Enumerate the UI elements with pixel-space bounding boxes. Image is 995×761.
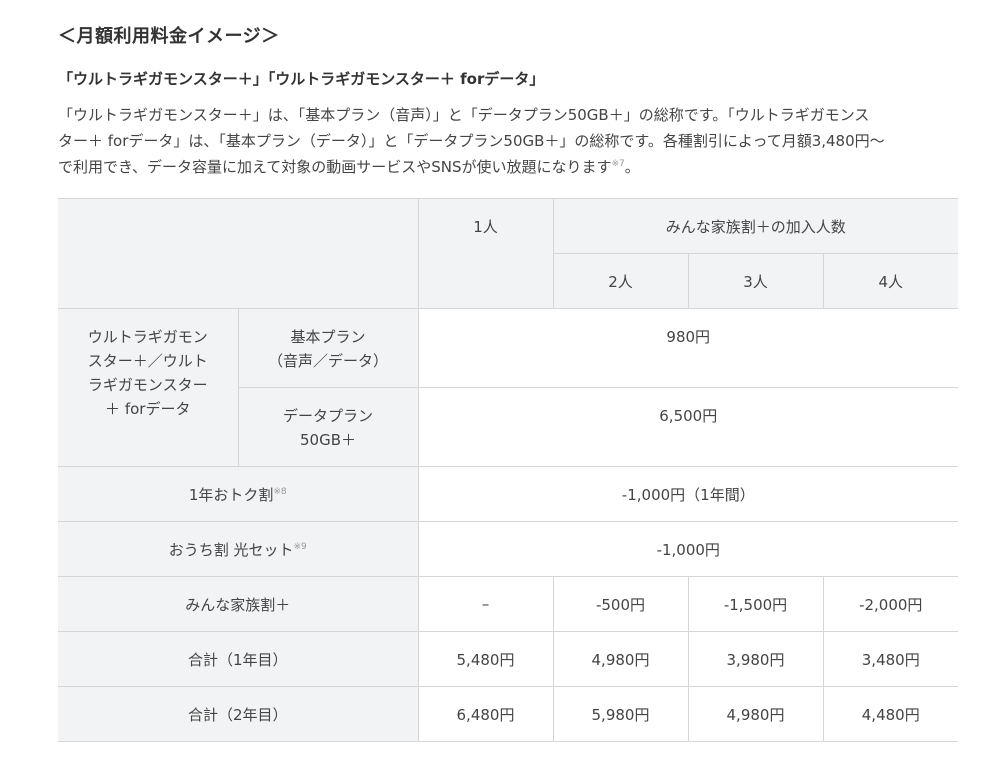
- data-plan-line-2: 50GB＋: [299, 431, 356, 449]
- family-discount-two: -500円: [552, 576, 689, 632]
- header-empty-cell: [58, 198, 419, 309]
- intro-paragraph: 「ウルトラギガモンスター＋」は、「基本プラン（音声）」と「データプラン50GB＋…: [58, 102, 958, 180]
- table-row-total-year1: 合計（1年目） 5,480円 4,980円 3,980円 3,480円: [58, 631, 958, 687]
- plan-group-line-4: ＋ forデータ: [105, 400, 191, 418]
- home-discount-text: おうち割 光セット: [168, 540, 294, 559]
- data-plan-label: データプラン 50GB＋: [238, 387, 419, 467]
- total-year2-one: 6,480円: [417, 686, 554, 742]
- header-one-person: 1人: [417, 198, 554, 309]
- plan-subheading: 「ウルトラギガモンスター＋」「ウルトラギガモンスター＋ forデータ」: [58, 70, 545, 88]
- table-row-family-discount: みんな家族割＋ – -500円 -1,500円 -2,000円: [58, 576, 958, 632]
- family-discount-three: -1,500円: [687, 576, 824, 632]
- footnote-marker-9: ※9: [293, 541, 307, 552]
- plan-group-line-1: ウルトラギガモン: [87, 328, 208, 346]
- year-discount-label: 1年おトク割※8: [58, 466, 419, 522]
- data-plan-line-1: データプラン: [282, 407, 373, 425]
- basic-plan-price: 980円: [417, 308, 958, 388]
- data-plan-price: 6,500円: [417, 387, 958, 467]
- header-two-people: 2人: [553, 253, 689, 309]
- home-discount-label: おうち割 光セット※9: [58, 521, 419, 577]
- family-discount-label: みんな家族割＋: [58, 576, 419, 632]
- total-year2-label: 合計（2年目）: [58, 686, 419, 742]
- family-discount-one: –: [417, 576, 554, 632]
- basic-plan-label: 基本プラン （音声／データ）: [237, 308, 419, 388]
- header-three-people: 3人: [687, 253, 824, 309]
- table-row-year-discount: 1年おトク割※8 -1,000円（1年間）: [58, 466, 958, 522]
- year-discount-text: 1年おトク割: [188, 485, 274, 504]
- intro-line-3-end: 。: [624, 158, 640, 176]
- table-row-total-year2: 合計（2年目） 6,480円 5,980円 4,980円 4,480円: [58, 686, 958, 742]
- intro-line-2: ター＋ forデータ」は、「基本プラン（データ）」と「データプラン50GB＋」の…: [58, 132, 885, 150]
- total-year2-two: 5,980円: [552, 686, 689, 742]
- total-year1-one: 5,480円: [417, 631, 554, 687]
- total-year1-label: 合計（1年目）: [58, 631, 419, 687]
- intro-line-1: 「ウルトラギガモンスター＋」は、「基本プラン（音声）」と「データプラン50GB＋…: [58, 106, 870, 124]
- total-year2-four: 4,480円: [822, 686, 958, 742]
- basic-plan-line-1: 基本プラン: [290, 328, 366, 346]
- footnote-marker-7: ※7: [611, 159, 625, 169]
- family-discount-four: -2,000円: [822, 576, 958, 632]
- total-year1-four: 3,480円: [822, 631, 958, 687]
- plan-group-label: ウルトラギガモン スター＋／ウルト ラギガモンスター ＋ forデータ: [58, 308, 239, 467]
- table-row-home-discount: おうち割 光セット※9 -1,000円: [58, 521, 958, 577]
- intro-line-3: で利用でき、データ容量に加えて対象の動画サービスやSNSが使い放題になります※7…: [58, 154, 958, 180]
- total-year2-three: 4,980円: [687, 686, 824, 742]
- header-family-group: みんな家族割＋の加入人数: [552, 198, 958, 254]
- table-header-row-1: 1人 みんな家族割＋の加入人数: [58, 198, 958, 309]
- year-discount-value: -1,000円（1年間）: [417, 466, 958, 522]
- total-year1-two: 4,980円: [552, 631, 689, 687]
- home-discount-value: -1,000円: [417, 521, 958, 577]
- intro-line-3-text: で利用でき、データ容量に加えて対象の動画サービスやSNSが使い放題になります: [58, 158, 612, 176]
- table-row-basic-plan: ウルトラギガモン スター＋／ウルト ラギガモンスター ＋ forデータ 基本プラ…: [58, 308, 958, 467]
- plan-group-line-2: スター＋／ウルト: [87, 352, 208, 370]
- footnote-marker-8: ※8: [273, 486, 287, 497]
- price-table: 1人 みんな家族割＋の加入人数 2人 3人 4人 ウルトラギガモン スター＋／ウ…: [58, 198, 958, 742]
- plan-group-line-3: ラギガモンスター: [87, 376, 208, 394]
- basic-plan-line-2: （音声／データ）: [267, 352, 388, 370]
- header-four-people: 4人: [822, 253, 958, 309]
- section-heading: ＜月額利用料金イメージ＞: [58, 26, 280, 47]
- total-year1-three: 3,980円: [687, 631, 824, 687]
